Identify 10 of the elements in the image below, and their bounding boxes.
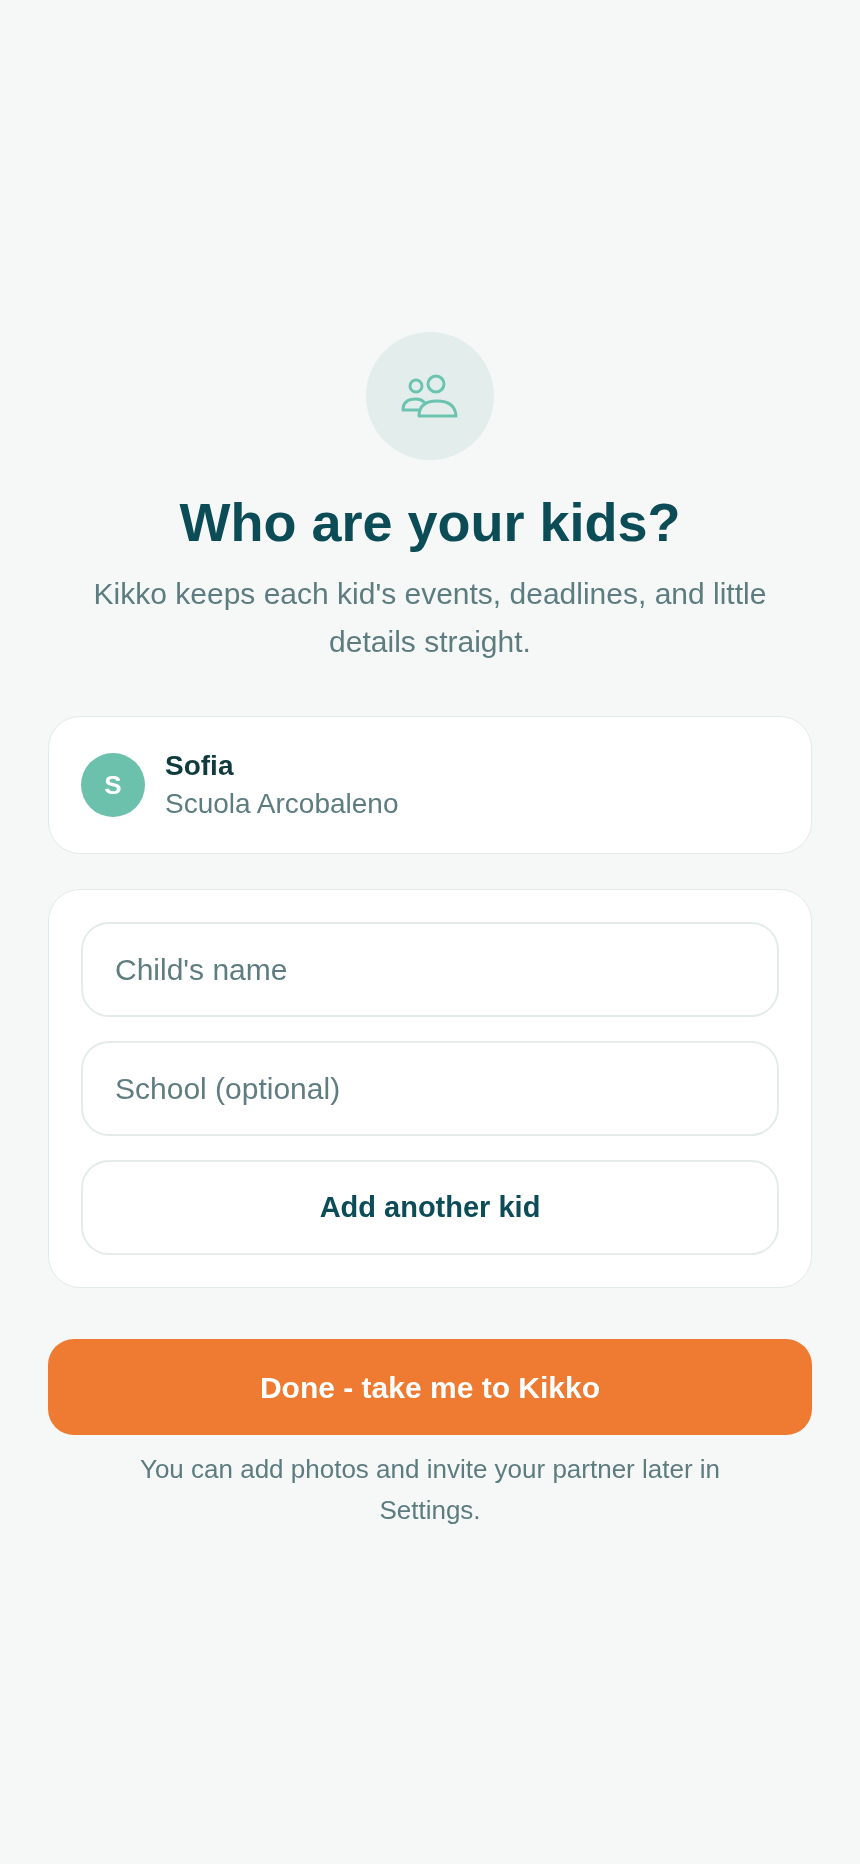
input-field[interactable]: School (optional) <box>81 1041 779 1136</box>
kid-school: Scuola Arcobaleno <box>165 787 399 821</box>
avatar-initial: S <box>81 753 145 817</box>
input-field[interactable]: Child's name <box>81 922 779 1017</box>
footnote: You can add photos and invite your partner later in Settings. <box>138 1453 722 1527</box>
page-title: Who are your kids? <box>179 491 681 554</box>
people-icon <box>401 374 459 418</box>
kid-name: Sofia <box>165 749 235 783</box>
page-subtitle: Kikko keeps each kid's events, deadlines, and little details straight. <box>92 576 768 660</box>
add-another-kid-button[interactable]: Add another kid <box>81 1160 779 1255</box>
